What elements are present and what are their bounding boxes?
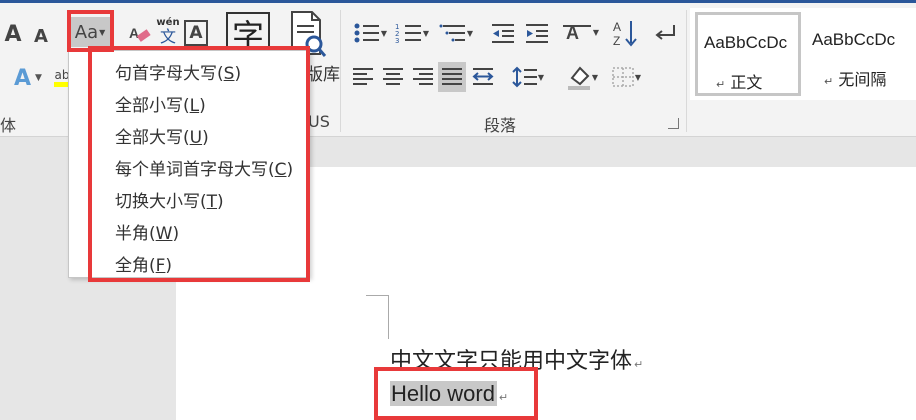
paragraph-mark-icon: ↵ xyxy=(634,358,644,371)
svg-text:A: A xyxy=(613,20,621,34)
text-effects-icon: A xyxy=(14,65,32,91)
thesaurus-partial-label: US xyxy=(308,112,330,131)
justify-icon[interactable] xyxy=(438,62,466,92)
style-no-spacing-name: ↵ 无间隔 xyxy=(824,66,886,90)
increase-indent-icon[interactable] xyxy=(522,20,552,46)
paragraph-dialog-launcher-icon[interactable] xyxy=(668,118,679,129)
clear-format-icon[interactable]: A xyxy=(128,22,152,46)
phonetic-guide-bottom: 文 xyxy=(159,27,176,46)
multilevel-dropdown-icon: ▼ xyxy=(466,28,474,38)
line-spacing-dropdown-icon: ▼ xyxy=(537,72,545,82)
text-effects-button[interactable]: A ▼ xyxy=(10,64,46,92)
numbering-icon[interactable]: 1 2 3 ▼ xyxy=(392,20,432,46)
style-normal-name: ↵ 正文 xyxy=(716,69,762,93)
grow-font-icon: A xyxy=(4,21,22,47)
style-normal-label: 正文 xyxy=(730,73,763,92)
highlight-box-selected-text xyxy=(374,367,538,420)
paragraph-mark-icon: ↵ xyxy=(824,75,834,88)
paragraph-group-label: 段落 xyxy=(484,116,517,135)
align-left-icon[interactable] xyxy=(350,64,376,90)
grow-font-button[interactable]: A xyxy=(2,20,24,48)
svg-text:A: A xyxy=(129,25,139,41)
character-border-icon: A xyxy=(189,23,203,43)
font-group-label: 体 xyxy=(0,116,17,135)
style-normal[interactable]: AaBbCcDc ↵ 正文 xyxy=(695,12,801,96)
show-marks-icon[interactable] xyxy=(652,20,678,46)
library-partial-label: 版库 xyxy=(306,65,340,85)
margin-corner-mark xyxy=(366,295,388,296)
text-direction-icon[interactable]: A ▼ xyxy=(560,18,602,46)
phonetic-guide-button[interactable]: wén 文 xyxy=(156,16,180,48)
decrease-indent-icon[interactable] xyxy=(488,20,518,46)
sort-icon[interactable]: A Z xyxy=(612,18,640,48)
group-separator-2 xyxy=(686,10,687,132)
text-effects-dropdown-icon: ▼ xyxy=(35,73,42,83)
align-center-icon[interactable] xyxy=(380,64,406,90)
shrink-font-button[interactable]: A xyxy=(30,24,52,48)
svg-text:3: 3 xyxy=(395,37,399,44)
margin-corner-mark-vertical xyxy=(388,295,389,339)
distributed-icon[interactable] xyxy=(470,64,496,90)
text-direction-dropdown-icon: ▼ xyxy=(592,27,600,37)
character-border-button[interactable]: A xyxy=(184,20,208,46)
borders-icon[interactable]: ▼ xyxy=(606,64,646,90)
align-right-icon[interactable] xyxy=(410,64,436,90)
svg-text:Z: Z xyxy=(613,34,620,47)
line-spacing-icon[interactable]: ▼ xyxy=(508,64,548,90)
shrink-font-icon: A xyxy=(34,25,48,47)
shading-dropdown-icon: ▼ xyxy=(591,72,599,82)
multilevel-list-icon[interactable]: ▼ xyxy=(436,20,476,46)
style-no-spacing-label: 无间隔 xyxy=(838,70,887,89)
borders-dropdown-icon: ▼ xyxy=(634,72,642,82)
highlight-box-menu xyxy=(88,46,310,282)
bullets-dropdown-icon: ▼ xyxy=(380,28,388,38)
style-no-spacing[interactable]: AaBbCcDc ↵ 无间隔 xyxy=(806,12,912,96)
style-normal-sample: AaBbCcDc xyxy=(704,33,788,52)
bullets-icon[interactable]: ▼ xyxy=(350,20,390,46)
numbering-dropdown-icon: ▼ xyxy=(422,28,430,38)
style-no-spacing-sample: AaBbCcDc xyxy=(812,30,896,49)
shading-icon[interactable]: ▼ xyxy=(562,62,602,92)
paragraph-mark-icon: ↵ xyxy=(716,78,726,91)
group-separator-1 xyxy=(340,10,341,132)
